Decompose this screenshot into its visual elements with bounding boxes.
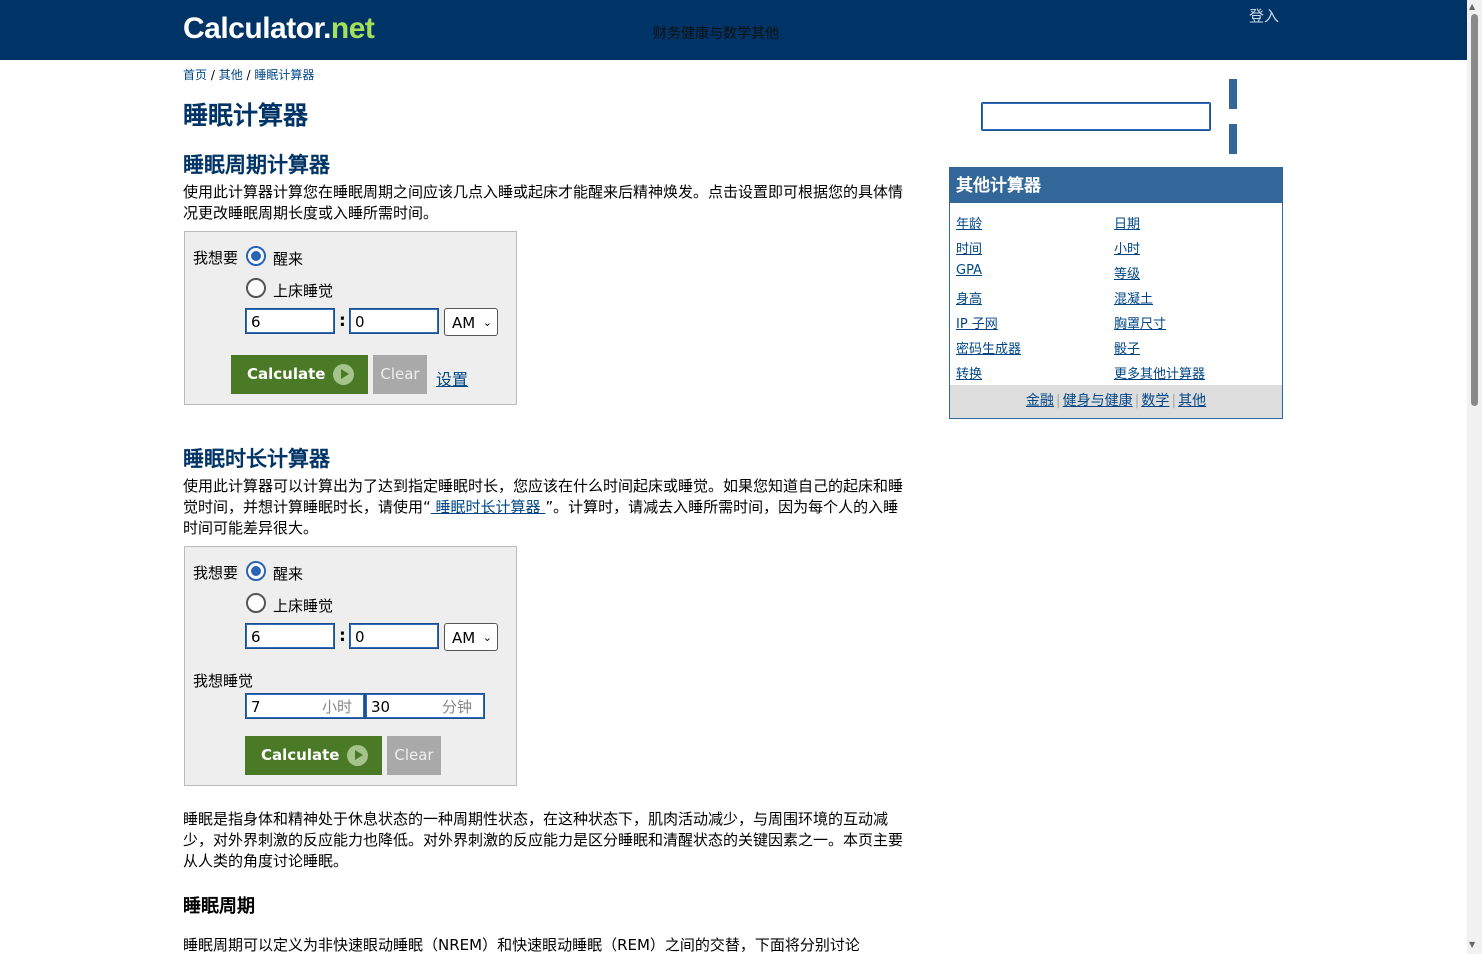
- scroll-up-arrow-icon[interactable]: ▲: [1469, 2, 1475, 11]
- footer-separator: |: [1055, 393, 1061, 409]
- sidebar-link[interactable]: 更多其他计算器: [1114, 363, 1205, 382]
- category-links-footer: 金融 | 健身与健康 | 数学 | 其他: [950, 385, 1282, 418]
- search-input[interactable]: [981, 102, 1211, 131]
- page-scrollbar[interactable]: ▲ ▼: [1467, 0, 1482, 954]
- duration-calculator-heading: 睡眠时长计算器: [183, 447, 330, 471]
- calculate-button[interactable]: Calculate: [245, 736, 382, 775]
- logo-net-text: net: [330, 12, 375, 45]
- minute-input[interactable]: 0: [349, 308, 439, 334]
- cycle-calculator-description: 使用此计算器计算您在睡眠周期之间应该几点入睡或起床才能醒来后精神焕发。点击设置即…: [183, 183, 904, 222]
- sidebar-link[interactable]: 密码生成器: [956, 338, 1021, 357]
- play-icon: [347, 745, 368, 766]
- logo-dot: .: [323, 12, 331, 45]
- sidebar-accent-mark: [1229, 79, 1237, 109]
- login-link[interactable]: 登入: [1249, 5, 1279, 26]
- ampm-select[interactable]: AM ⌄: [444, 623, 498, 651]
- sidebar-link[interactable]: 骰子: [1114, 338, 1140, 357]
- sleep-minutes-value: 30: [371, 698, 391, 716]
- sleep-duration-calculator-link[interactable]: 睡眠时长计算器: [431, 498, 546, 516]
- breadcrumb-separator: /: [242, 68, 255, 82]
- settings-link[interactable]: 设置: [436, 366, 468, 390]
- scroll-down-arrow-icon[interactable]: ▼: [1469, 940, 1475, 949]
- hours-unit-label: 小时: [321, 698, 352, 716]
- category-link-finance[interactable]: 金融: [1026, 393, 1054, 409]
- duration-calculator-description: 使用此计算器可以计算出为了达到指定睡眠时长，您应该在什么时间起床或睡觉。如果您知…: [183, 476, 909, 539]
- hour-input[interactable]: 6: [245, 308, 335, 334]
- i-want-label: 我想要: [193, 249, 239, 267]
- cycle-calculator-heading: 睡眠周期计算器: [183, 153, 330, 177]
- wake-radio[interactable]: [246, 561, 266, 581]
- calculate-button-label: Calculate: [261, 746, 340, 764]
- sleep-radio[interactable]: [246, 593, 266, 613]
- sidebar-link[interactable]: 身高: [956, 288, 982, 307]
- sidebar-link[interactable]: 年龄: [956, 213, 982, 232]
- site-logo[interactable]: Calculator.net: [183, 12, 375, 46]
- duration-calculator-form: 我想要 醒来 上床睡觉 6 : 0 AM ⌄ 我想睡觉 7 小时 30 分钟 Calc…: [184, 546, 517, 786]
- sleep-radio-label[interactable]: 上床睡觉: [273, 595, 333, 616]
- sidebar-link[interactable]: 转换: [956, 363, 982, 382]
- sidebar-link[interactable]: IP 子网: [956, 313, 998, 332]
- breadcrumb-separator: /: [207, 68, 219, 82]
- sleep-radio[interactable]: [246, 278, 266, 298]
- category-link-math[interactable]: 数学: [1141, 393, 1169, 409]
- calculate-button[interactable]: Calculate: [231, 355, 368, 394]
- footer-separator: |: [1171, 393, 1177, 409]
- clear-button[interactable]: Clear: [373, 355, 427, 394]
- sidebar-link[interactable]: 时间: [956, 238, 982, 257]
- other-calculators-title: 其他计算器: [950, 168, 1282, 203]
- other-calculators-box: 其他计算器 年龄 时间 GPA 身高 IP 子网 密码生成器 转换 日期 小时 …: [949, 167, 1283, 419]
- sidebar-link[interactable]: GPA: [956, 263, 982, 278]
- sleep-cycle-heading: 睡眠周期: [183, 896, 255, 917]
- sleep-radio-label[interactable]: 上床睡觉: [273, 280, 333, 301]
- ampm-select[interactable]: AM ⌄: [444, 308, 498, 336]
- wake-radio[interactable]: [246, 246, 266, 266]
- sidebar-link[interactable]: 小时: [1114, 238, 1140, 257]
- wake-radio-label[interactable]: 醒来: [273, 563, 303, 584]
- breadcrumb-current[interactable]: 睡眠计算器: [254, 68, 314, 82]
- chevron-down-icon: ⌄: [482, 316, 492, 329]
- sleep-cycle-paragraph: 睡眠周期可以定义为非快速眼动睡眠（NREM）和快速眼动睡眠（REM）之间的交替，…: [183, 936, 860, 954]
- logo-main-text: Calculator: [183, 12, 324, 45]
- breadcrumb-home[interactable]: 首页: [183, 68, 207, 82]
- ampm-select-value: AM: [452, 314, 476, 332]
- sidebar-link[interactable]: 日期: [1114, 213, 1140, 232]
- breadcrumb: 首页 / 其他 / 睡眠计算器: [183, 66, 314, 83]
- chevron-down-icon: ⌄: [482, 631, 492, 644]
- i-want-label: 我想要: [193, 564, 239, 582]
- wake-radio-label[interactable]: 醒来: [273, 248, 303, 269]
- category-link-other[interactable]: 其他: [1178, 393, 1206, 409]
- sidebar-link[interactable]: 胸罩尺寸: [1114, 313, 1166, 332]
- sidebar-link[interactable]: 等级: [1114, 263, 1140, 282]
- sidebar-accent-mark: [1229, 124, 1237, 154]
- time-colon: :: [339, 626, 346, 646]
- cycle-calculator-form: 我想要 醒来 上床睡觉 6 : 0 AM ⌄ Calculate Clear 设置: [184, 231, 517, 405]
- play-icon: [333, 364, 354, 385]
- hour-input[interactable]: 6: [245, 623, 335, 649]
- calculate-button-label: Calculate: [247, 365, 326, 383]
- sleep-hours-value: 7: [251, 698, 261, 716]
- sleep-hours-input[interactable]: 7 小时: [245, 693, 365, 719]
- ampm-select-value: AM: [452, 629, 476, 647]
- header-tagline: 财务健康与数学其他: [653, 26, 779, 42]
- sidebar-link[interactable]: 混凝土: [1114, 288, 1153, 307]
- minutes-unit-label: 分钟: [441, 698, 472, 716]
- breadcrumb-other[interactable]: 其他: [219, 68, 243, 82]
- minute-input[interactable]: 0: [349, 623, 439, 649]
- scroll-thumb[interactable]: [1471, 14, 1478, 406]
- time-colon: :: [339, 311, 346, 331]
- intro-paragraph: 睡眠是指身体和精神处于休息状态的一种周期性状态，在这种状态下，肌肉活动减少，与周…: [183, 810, 904, 870]
- i-want-sleep-label: 我想睡觉: [193, 672, 254, 690]
- top-header: Calculator.net 财务健康与数学其他 登入: [0, 0, 1467, 60]
- sleep-minutes-input[interactable]: 30 分钟: [365, 693, 485, 719]
- page-title: 睡眠计算器: [183, 101, 309, 130]
- clear-button[interactable]: Clear: [387, 736, 441, 775]
- category-link-fitness[interactable]: 健身与健康: [1063, 393, 1133, 409]
